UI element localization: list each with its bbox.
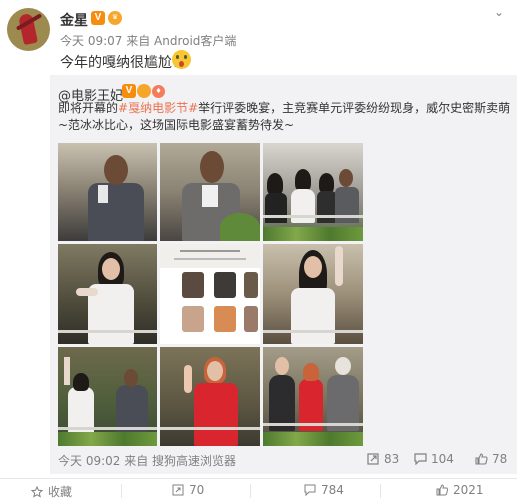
plants — [58, 432, 157, 446]
retweet-share-count[interactable]: 83 — [367, 452, 399, 466]
topic-link[interactable]: #戛纳电影节# — [118, 101, 198, 115]
photo-will-smith-1[interactable] — [58, 143, 157, 241]
person-body — [265, 193, 287, 223]
post-text: 今年的嘎纳很尴尬！ — [60, 55, 186, 71]
verified-badge-icon: V — [91, 11, 105, 25]
retweet-text-before: 即将开幕的 — [58, 101, 119, 115]
plants — [263, 432, 363, 446]
person-body — [317, 191, 337, 223]
railing — [160, 427, 260, 430]
plants — [263, 227, 363, 241]
plant — [220, 213, 260, 241]
divider — [121, 484, 122, 498]
face — [304, 256, 322, 278]
collage-header — [160, 244, 260, 268]
chevron-down-icon[interactable]: ⌄ — [494, 5, 504, 19]
retweet-share-value: 83 — [384, 452, 400, 466]
star-icon — [31, 486, 43, 498]
jury-portrait — [182, 306, 204, 332]
person-head — [295, 169, 311, 191]
railing — [58, 330, 157, 333]
retweet-comment-count[interactable]: 104 — [414, 452, 454, 466]
like-icon — [436, 484, 448, 496]
favorite-button[interactable]: 收藏 — [31, 483, 72, 500]
person-head — [267, 173, 283, 195]
collage-caption-line — [180, 250, 240, 252]
retweet-time-source: 今天 09:02 来自 搜狗高速浏览器 — [58, 454, 237, 468]
shirt — [98, 185, 108, 203]
white-dress — [291, 288, 335, 344]
comment-icon — [304, 484, 316, 496]
photo-red-dress[interactable] — [160, 347, 260, 446]
collage-caption-line — [174, 258, 246, 260]
raised-arm — [64, 357, 70, 385]
divider — [380, 484, 381, 498]
retweet-verified-badge-icon: V — [122, 84, 136, 98]
like-button[interactable]: 2021 — [436, 483, 484, 497]
share-icon — [172, 484, 184, 496]
retweet-comment-value: 104 — [431, 452, 454, 466]
photo-fan-bingbing-1[interactable] — [58, 244, 157, 344]
repost-button[interactable]: 70 — [172, 483, 204, 497]
photo-fan-bingbing-2[interactable] — [263, 244, 363, 344]
head — [275, 357, 289, 375]
like-icon — [475, 453, 488, 465]
like-count: 2021 — [453, 483, 484, 497]
retweet-vip-badge-icon — [137, 84, 151, 98]
railing — [263, 423, 363, 426]
retweet-like-value: 78 — [492, 452, 508, 466]
shirt — [202, 185, 218, 207]
jury-portrait — [244, 272, 258, 298]
head — [335, 357, 351, 375]
waving-arm — [184, 365, 192, 393]
photo-jury-collage[interactable] — [160, 244, 260, 344]
face — [207, 361, 223, 381]
retweet-like-count[interactable]: 78 — [475, 452, 507, 466]
railing — [58, 427, 157, 430]
repost-count: 70 — [189, 483, 205, 497]
jury-portrait — [214, 272, 236, 298]
post-time-source: 今天 09:07 来自 Android客户端 — [60, 34, 237, 48]
jury-portrait — [182, 272, 204, 298]
user-avatar[interactable] — [7, 8, 50, 51]
hair — [73, 373, 89, 391]
comment-button[interactable]: 784 — [304, 483, 344, 497]
favorite-label: 收藏 — [48, 485, 73, 499]
head — [200, 151, 224, 183]
share-icon — [367, 453, 379, 465]
face — [102, 258, 120, 280]
photo-jury-group[interactable] — [263, 143, 363, 241]
comment-count: 784 — [321, 483, 344, 497]
jury-portrait — [214, 306, 236, 332]
suit — [88, 183, 144, 241]
arm — [76, 288, 98, 296]
head — [104, 155, 128, 185]
railing — [263, 330, 363, 333]
retweet-level-badge-icon: ♦ — [152, 85, 165, 98]
photo-will-smith-2[interactable] — [160, 143, 260, 241]
surprised-emoji-icon — [172, 50, 191, 69]
retweet-text: 即将开幕的#戛纳电影节#举行评委晚宴，主竞赛单元评委纷纷现身，威尔史密斯卖萌~范… — [58, 100, 513, 134]
photo-waving-pair[interactable] — [58, 347, 157, 446]
person-head — [319, 173, 334, 193]
hair — [303, 363, 319, 381]
divider — [250, 484, 251, 498]
person-head — [339, 169, 353, 187]
user-name[interactable]: 金星 — [60, 10, 88, 30]
waving-arm — [335, 246, 343, 286]
red-dress — [194, 383, 238, 446]
jury-portrait — [244, 306, 258, 332]
head — [124, 369, 138, 387]
comment-icon — [414, 453, 427, 465]
photo-jury-trio[interactable] — [263, 347, 363, 446]
vip-badge-icon: ♛ — [108, 11, 122, 25]
railing — [263, 215, 363, 218]
